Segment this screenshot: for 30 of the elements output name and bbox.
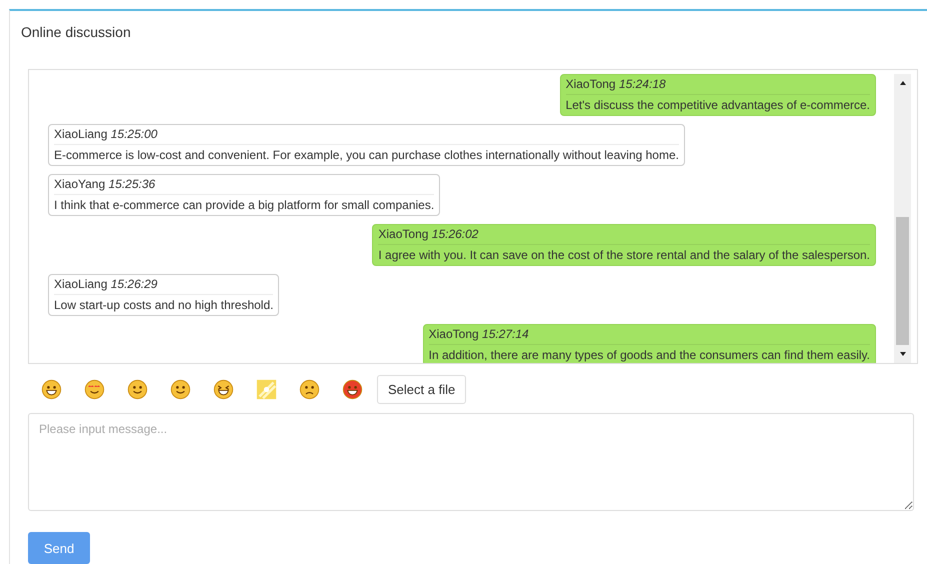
select-file-button[interactable]: Select a file — [377, 374, 466, 404]
message-text: I agree with you. It can save on the cost of the store rental and the salary of the salesperson. — [378, 248, 870, 262]
smiley-emoji-icon[interactable] — [127, 378, 148, 400]
message-time: 15:25:36 — [108, 177, 156, 191]
message-time: 15:27:14 — [482, 327, 529, 341]
sender-name: XiaoLiang — [54, 277, 108, 291]
panel-title: Online discussion — [21, 24, 132, 42]
sender-name: XiaoYang — [54, 177, 106, 191]
sender-name: XiaoTong — [428, 327, 479, 341]
message-time: 15:24:18 — [618, 77, 666, 91]
sender-name: XiaoTong — [566, 77, 616, 91]
message-text: In addition, there are many types of goods and the consumers can find them easily. — [428, 348, 870, 362]
message-text: I think that e-commerce can provide a big platform for small companies. — [54, 198, 434, 212]
sad-emoji-icon[interactable] — [299, 378, 320, 400]
message-input[interactable]: Please input message... — [28, 413, 914, 511]
message-text: Low start-up costs and no high threshold. — [54, 298, 274, 312]
scroll-up-icon[interactable] — [898, 79, 906, 87]
message-text: Let's discuss the competitive advantages of e-commerce. — [566, 98, 870, 112]
message-time: 15:26:02 — [432, 227, 478, 241]
sender-name: XiaoLiang — [54, 127, 108, 141]
angry-emoji-icon[interactable] — [342, 378, 363, 400]
message-time: 15:25:00 — [110, 127, 158, 141]
laughing-emoji-icon[interactable] — [213, 378, 234, 400]
message-text: E-commerce is low-cost and convenient. For example, you can purchase clothes internationally without leaving home. — [54, 148, 679, 162]
message-time: 15:26:29 — [110, 277, 158, 291]
sparkle-tile-icon[interactable] — [256, 378, 277, 400]
grinning-emoji-icon[interactable] — [41, 378, 62, 400]
scrollbar[interactable] — [894, 74, 911, 363]
scroll-down-icon[interactable] — [898, 350, 906, 358]
sender-name: XiaoTong — [378, 227, 428, 241]
